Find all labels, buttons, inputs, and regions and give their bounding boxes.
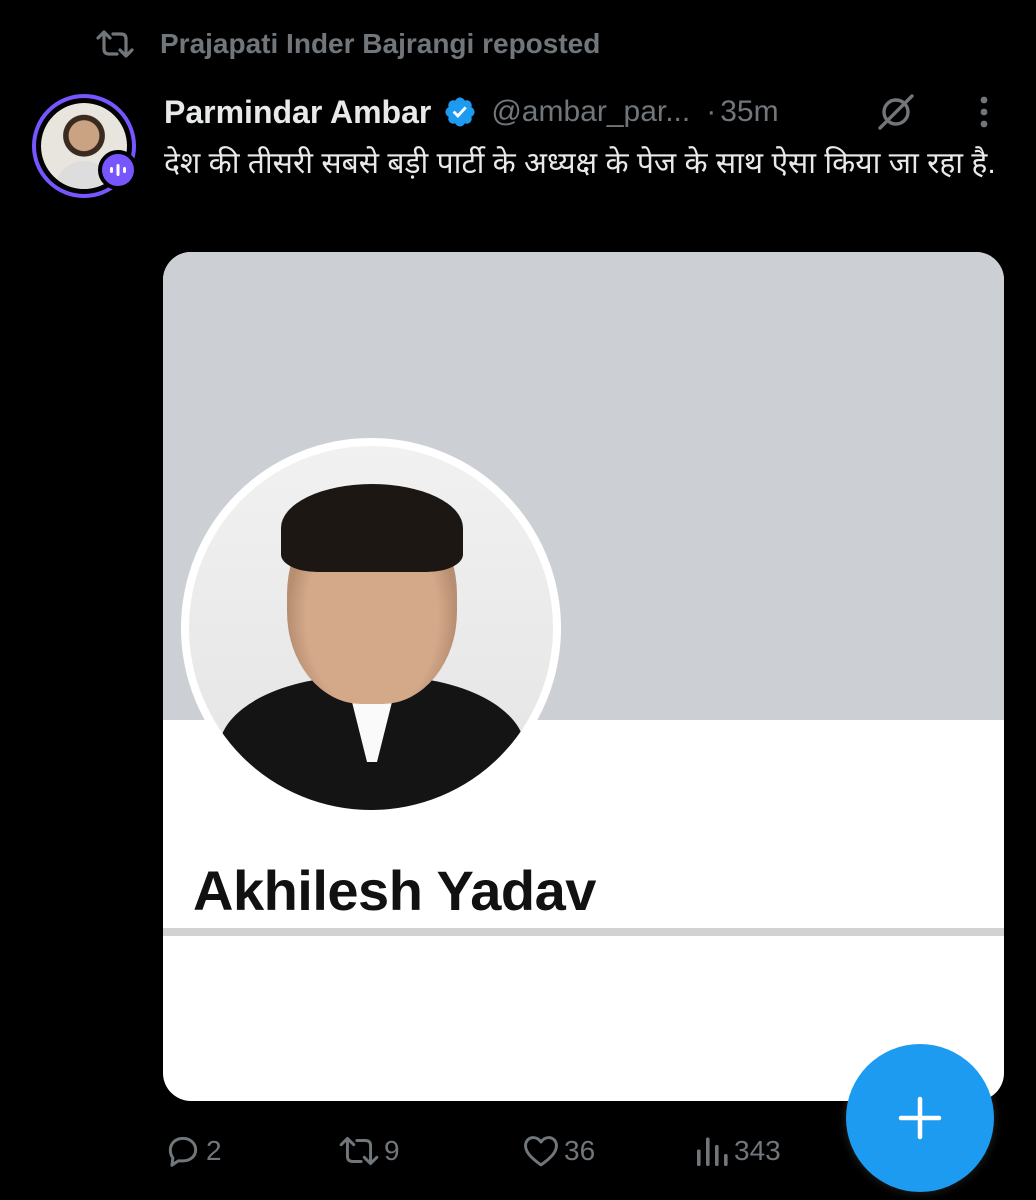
repost-label: Prajapati Inder Bajrangi reposted [160, 28, 601, 59]
profile-name: Akhilesh Yadav [193, 859, 596, 922]
more-options-icon[interactable] [970, 92, 998, 132]
reply-icon [168, 1136, 198, 1167]
repost-count: 9 [384, 1135, 400, 1166]
view-count: 343 [734, 1135, 781, 1166]
repost-context[interactable]: Prajapati Inder Bajrangi reposted [94, 24, 600, 64]
reply-count: 2 [206, 1135, 222, 1166]
compose-button[interactable] [846, 1044, 994, 1192]
views-button[interactable]: 343 [694, 1128, 781, 1174]
separator-dot: · [706, 95, 717, 128]
like-button[interactable]: 36 [522, 1128, 595, 1174]
divider [163, 928, 1004, 936]
tweet-media-image[interactable]: Akhilesh Yadav [163, 252, 1004, 1101]
reply-button[interactable]: 2 [164, 1128, 222, 1174]
views-icon [697, 1137, 728, 1166]
profile-picture [181, 438, 561, 818]
repost-icon [94, 24, 136, 64]
grok-icon[interactable] [876, 92, 916, 132]
repost-icon [339, 1136, 379, 1166]
tweet-text: देश की तीसरी सबसे बड़ी पार्टी के अध्यक्ष… [164, 147, 996, 180]
tweet-timestamp[interactable]: 35m [720, 95, 778, 129]
author-name[interactable]: Parmindar Ambar [164, 94, 431, 131]
heart-icon [524, 1136, 558, 1167]
like-count: 36 [564, 1135, 596, 1166]
author-avatar[interactable] [32, 94, 138, 198]
author-handle[interactable]: @ambar_par... [491, 95, 690, 129]
spaces-badge-icon [98, 150, 138, 190]
plus-icon [898, 1096, 942, 1140]
repost-button[interactable]: 9 [338, 1128, 400, 1174]
tweet-header: Parmindar Ambar @ambar_par... · 35m [164, 88, 1004, 136]
verified-badge-icon[interactable] [443, 95, 477, 129]
